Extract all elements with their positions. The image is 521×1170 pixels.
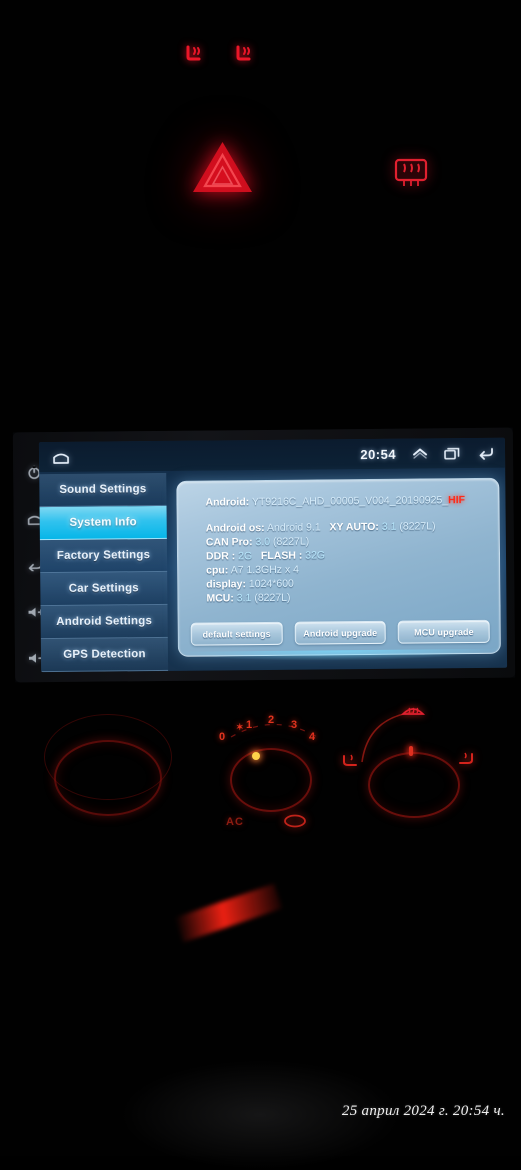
photo-timestamp: 25 април 2024 г. 20:54 ч.: [341, 1103, 505, 1119]
system-info-card: Android: YT9216C_AHD_00005_V004_20190925…: [176, 477, 501, 657]
android-os-value: Android 9.1: [266, 521, 321, 534]
cpu-value: A7 1.3GHz x 4: [230, 563, 299, 577]
heated-seat-right-icon: [232, 44, 254, 70]
info-line-mcu: MCU: 3.1 (8227L): [206, 589, 499, 606]
status-clock: 20:54: [360, 446, 397, 462]
android-os-label: Android os:: [205, 521, 265, 535]
android-label: Android:: [205, 496, 250, 509]
xy-auto-value: 3.1: [381, 520, 397, 533]
ddr-value: 2G: [238, 550, 253, 563]
back-arrow-icon[interactable]: [477, 446, 495, 460]
flash-label: FLASH :: [260, 549, 303, 563]
system-info-panel: Android: YT9216C_AHD_00005_V004_20190925…: [166, 468, 507, 671]
fan-knob-pointer: [252, 752, 260, 760]
floor-vent-icon: [343, 754, 357, 766]
face-vent-icon: [459, 752, 473, 764]
menu-item-system-info[interactable]: System Info: [39, 505, 167, 541]
menu-item-factory-settings[interactable]: Factory Settings: [39, 538, 168, 574]
ddr-label: DDR :: [205, 550, 236, 563]
center-console-light: [174, 883, 283, 943]
recents-icon[interactable]: [444, 447, 461, 460]
head-unit: 20:54 Sound Settings System Info Factory…: [12, 427, 516, 683]
can-pro-extra: (8227L): [272, 535, 310, 548]
dashboard-background: 20:54 Sound Settings System Info Factory…: [0, 0, 521, 1170]
mcu-value: 3.1: [236, 592, 252, 605]
menu-item-android-settings[interactable]: Android Settings: [40, 604, 168, 640]
info-line-android: Android: YT9216C_AHD_00005_V004_20190925…: [205, 493, 498, 510]
flash-value: 32G: [305, 549, 326, 562]
display-label: display:: [206, 578, 247, 591]
android-upgrade-button[interactable]: Android upgrade: [294, 620, 387, 645]
mcu-extra: (8227L): [254, 591, 291, 605]
fan-scale-0: 0: [219, 731, 226, 743]
windshield-defrost-icon: [400, 707, 426, 715]
temperature-knob-scale: [44, 714, 172, 800]
fan-scale-arc: [230, 723, 318, 738]
chevron-up-icon[interactable]: [412, 447, 428, 459]
display-value: 1024*600: [248, 577, 294, 591]
heated-seat-left-icon: [182, 44, 204, 70]
settings-content: Sound Settings System Info Factory Setti…: [39, 468, 507, 673]
hazard-warning-icon: [190, 139, 255, 197]
recirculation-icon[interactable]: [282, 812, 308, 830]
can-pro-label: CAN Pro:: [205, 536, 253, 549]
android-overflow: HIF: [448, 494, 466, 507]
can-pro-value: 3.0: [255, 535, 271, 549]
cpu-label: cpu:: [206, 564, 229, 577]
default-settings-button[interactable]: default settings: [190, 621, 283, 646]
ac-label: AC: [226, 816, 244, 828]
xy-auto-extra: (8227L): [399, 520, 436, 533]
menu-item-gps-detection[interactable]: GPS Detection: [40, 637, 169, 673]
rear-defroster-icon: [392, 155, 430, 189]
menu-item-car-settings[interactable]: Car Settings: [40, 571, 168, 607]
action-button-row: default settings Android upgrade MCU upg…: [190, 619, 490, 646]
mcu-upgrade-button[interactable]: MCU upgrade: [397, 619, 490, 644]
fan-speed-knob[interactable]: [230, 748, 312, 812]
status-bar: 20:54: [38, 437, 506, 473]
settings-menu: Sound Settings System Info Factory Setti…: [39, 470, 169, 673]
home-icon[interactable]: [51, 450, 71, 464]
android-value: YT9216C_AHD_00005_V004_20190925_: [251, 494, 449, 509]
menu-item-sound-settings[interactable]: Sound Settings: [39, 472, 167, 508]
lcd-screen: 20:54 Sound Settings System Info Factory…: [38, 437, 508, 673]
mcu-label: MCU:: [206, 592, 234, 605]
xy-auto-label: XY AUTO:: [329, 520, 379, 534]
